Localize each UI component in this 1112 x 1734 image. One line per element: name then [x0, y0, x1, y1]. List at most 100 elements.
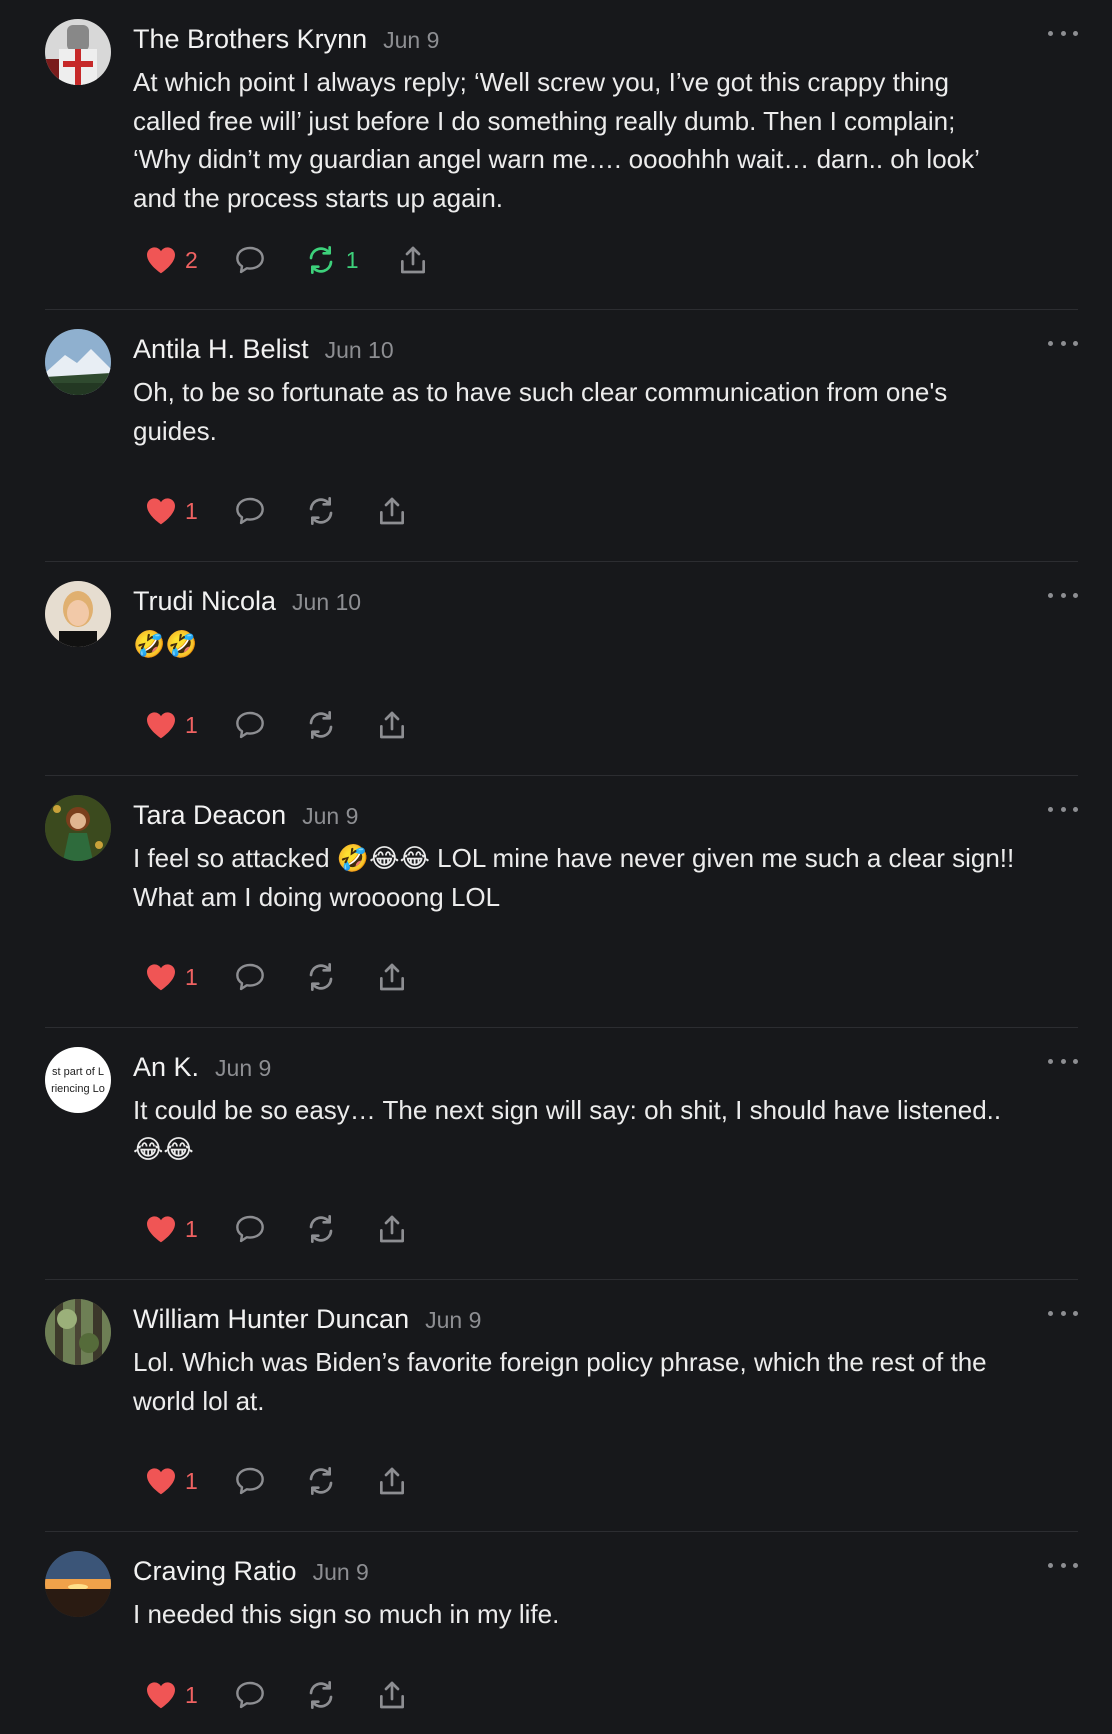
- comment-text-line: I feel so attacked 🤣😂😂 LOL mine have nev…: [133, 843, 1015, 873]
- share-button[interactable]: [376, 1465, 408, 1497]
- share-icon: [397, 244, 429, 276]
- comment-text-line: 😂😂: [133, 1133, 194, 1164]
- comment-actions: 1: [145, 705, 408, 745]
- more-options-icon[interactable]: [1048, 1306, 1078, 1320]
- comment-text: 🤣🤣: [133, 625, 1078, 664]
- comment-bubble-icon: [234, 1680, 266, 1710]
- comment-header: Antila H. Belist Jun 10: [133, 334, 394, 364]
- reply-button[interactable]: [234, 962, 266, 992]
- author-name[interactable]: Antila H. Belist: [133, 334, 309, 364]
- like-button[interactable]: 1: [145, 1680, 198, 1710]
- comment-text: I needed this sign so much in my life.: [133, 1595, 1078, 1634]
- more-options-icon[interactable]: [1048, 336, 1078, 350]
- comment-header: Tara Deacon Jun 9: [133, 800, 358, 830]
- author-name[interactable]: William Hunter Duncan: [133, 1304, 409, 1334]
- comment-text: Lol. Which was Biden’s favorite foreign …: [133, 1343, 1078, 1420]
- like-count: 1: [185, 1215, 198, 1242]
- author-name[interactable]: Trudi Nicola: [133, 586, 276, 616]
- comment-item: Tara Deacon Jun 9 I feel so attacked 🤣😂😂 L…: [0, 776, 1112, 1028]
- comment-actions: 1: [145, 491, 408, 531]
- comment-bubble-icon: [234, 245, 266, 275]
- reply-button[interactable]: [234, 1214, 266, 1244]
- comment-feed: The Brothers Krynn Jun 9 At which point I …: [0, 0, 1112, 1734]
- reply-button[interactable]: [234, 1466, 266, 1496]
- comment-item: Antila H. Belist Jun 10 Oh, to be so fortu…: [0, 310, 1112, 562]
- share-icon: [376, 709, 408, 741]
- comment-text: It could be so easy… The next sign will …: [133, 1091, 1078, 1168]
- comment-text-line: world lol at.: [133, 1385, 265, 1416]
- share-icon: [376, 1465, 408, 1497]
- heart-icon: [145, 496, 177, 526]
- author-name[interactable]: Craving Ratio: [133, 1556, 297, 1586]
- like-button[interactable]: 1: [145, 496, 198, 526]
- like-button[interactable]: 1: [145, 962, 198, 992]
- comment-text-line: ‘Why didn’t my guardian angel warn me…. …: [133, 144, 980, 174]
- comment-text-line: guides.: [133, 415, 217, 446]
- forest-avatar[interactable]: [45, 1299, 111, 1365]
- comment-date[interactable]: Jun 9: [215, 1055, 271, 1081]
- knight-avatar[interactable]: [45, 19, 111, 85]
- author-name[interactable]: An K.: [133, 1052, 199, 1082]
- share-button[interactable]: [376, 709, 408, 741]
- like-button[interactable]: 2: [145, 245, 198, 275]
- restack-icon: [304, 709, 338, 741]
- comment-actions: 21: [145, 240, 429, 280]
- painting-avatar[interactable]: [45, 795, 111, 861]
- more-options-icon[interactable]: [1048, 588, 1078, 602]
- more-options-icon[interactable]: [1048, 802, 1078, 816]
- like-button[interactable]: 1: [145, 710, 198, 740]
- more-options-icon[interactable]: [1048, 1558, 1078, 1572]
- restack-icon: [304, 495, 338, 527]
- comment-header: Craving Ratio Jun 9: [133, 1556, 369, 1586]
- share-button[interactable]: [397, 244, 429, 276]
- more-options-icon[interactable]: [1048, 26, 1078, 40]
- restack-icon: [304, 961, 338, 993]
- comment-item: st part of L riencing Lo An K. Jun 9 It coul…: [0, 1028, 1112, 1280]
- reply-button[interactable]: [234, 496, 266, 526]
- comment-bubble-icon: [234, 1214, 266, 1244]
- comment-actions: 1: [145, 957, 408, 997]
- comment-text-line: At which point I always reply; ‘Well scr…: [133, 67, 949, 97]
- like-button[interactable]: 1: [145, 1466, 198, 1496]
- author-name[interactable]: Tara Deacon: [133, 800, 286, 830]
- comment-item: The Brothers Krynn Jun 9 At which point I …: [0, 0, 1112, 310]
- like-count: 1: [185, 1467, 198, 1494]
- comment-date[interactable]: Jun 9: [425, 1307, 481, 1333]
- restack-button[interactable]: [304, 961, 338, 993]
- comment-actions: 1: [145, 1209, 408, 1249]
- comment-bubble-icon: [234, 1466, 266, 1496]
- comment-item: Trudi Nicola Jun 10 🤣🤣 1: [0, 562, 1112, 776]
- author-name[interactable]: The Brothers Krynn: [133, 24, 367, 54]
- restack-button[interactable]: [304, 1465, 338, 1497]
- reply-button[interactable]: [234, 1680, 266, 1710]
- comment-text-line: It could be so easy… The next sign will …: [133, 1095, 1002, 1125]
- heart-icon: [145, 962, 177, 992]
- heart-icon: [145, 710, 177, 740]
- comment-date[interactable]: Jun 9: [383, 27, 439, 53]
- share-button[interactable]: [376, 1679, 408, 1711]
- reply-button[interactable]: [234, 710, 266, 740]
- reply-button[interactable]: [234, 245, 266, 275]
- restack-button[interactable]: [304, 1679, 338, 1711]
- comment-bubble-icon: [234, 962, 266, 992]
- sunset-avatar[interactable]: [45, 1551, 111, 1617]
- comment-date[interactable]: Jun 10: [292, 589, 361, 615]
- text-avatar[interactable]: st part of L riencing Lo: [45, 1047, 111, 1113]
- restack-button[interactable]: [304, 495, 338, 527]
- comment-date[interactable]: Jun 10: [325, 337, 394, 363]
- share-icon: [376, 1213, 408, 1245]
- heart-icon: [145, 1466, 177, 1496]
- comment-text-line: Oh, to be so fortunate as to have such c…: [133, 377, 948, 407]
- share-button[interactable]: [376, 961, 408, 993]
- share-button[interactable]: [376, 495, 408, 527]
- more-options-icon[interactable]: [1048, 1054, 1078, 1068]
- comment-date[interactable]: Jun 9: [313, 1559, 369, 1585]
- like-button[interactable]: 1: [145, 1214, 198, 1244]
- restack-button[interactable]: [304, 1213, 338, 1245]
- restack-button[interactable]: 1: [304, 244, 359, 276]
- share-button[interactable]: [376, 1213, 408, 1245]
- restack-button[interactable]: [304, 709, 338, 741]
- portrait-avatar[interactable]: [45, 581, 111, 647]
- comment-date[interactable]: Jun 9: [302, 803, 358, 829]
- mountain-avatar[interactable]: [45, 329, 111, 395]
